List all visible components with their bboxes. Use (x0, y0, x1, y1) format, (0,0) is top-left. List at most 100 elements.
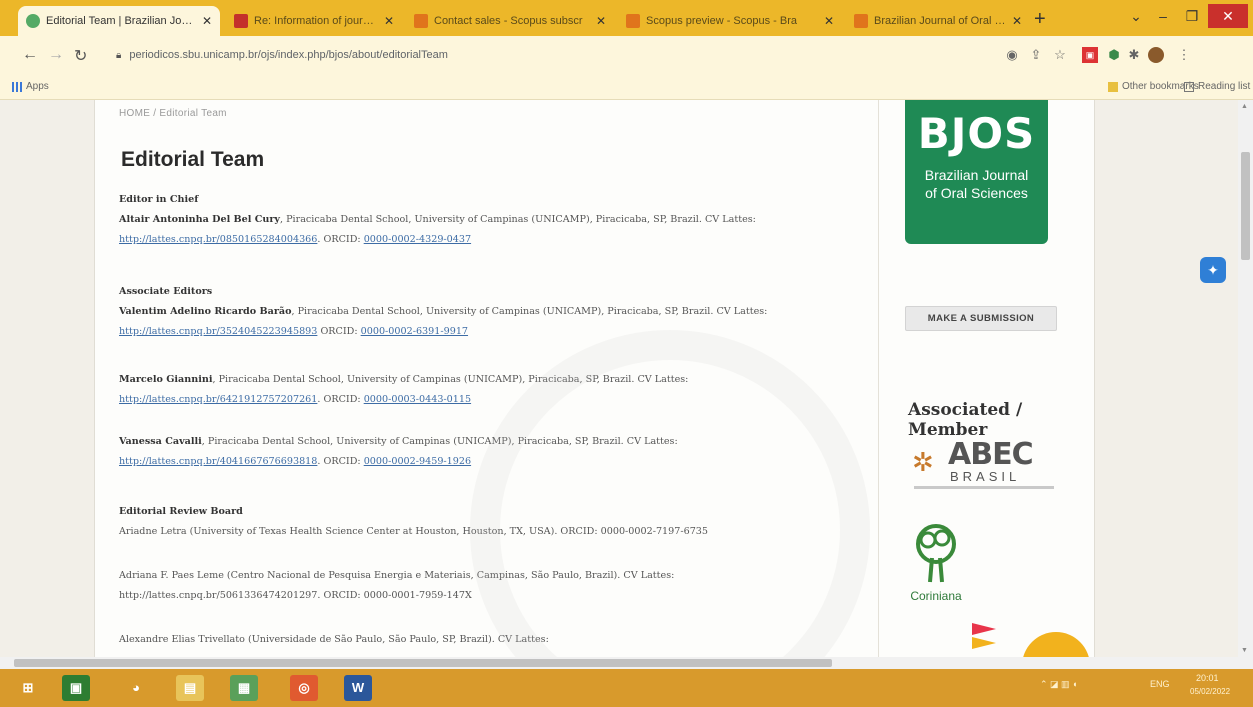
close-icon[interactable]: ✕ (202, 14, 212, 28)
person-name: Vanessa Cavalli (119, 436, 202, 447)
lock-icon: 🔒︎ (116, 49, 122, 61)
vertical-scrollbar[interactable]: ▲ ▼ (1238, 100, 1253, 657)
tree-icon (916, 524, 956, 583)
horizontal-scrollbar[interactable] (0, 657, 1253, 669)
tab-contact-sales[interactable]: Contact sales - Scopus subscr ✕ (406, 6, 614, 36)
browser-toolbar: ← → ↻ 🔒︎ periodicos.sbu.unicamp.br/ojs/i… (0, 36, 1253, 76)
new-tab-button[interactable]: + (1034, 8, 1046, 31)
minimize-button[interactable]: – (1150, 4, 1176, 28)
tab-scopus-preview[interactable]: Scopus preview - Scopus - Bra ✕ (618, 6, 842, 36)
reading-list-icon (1184, 81, 1194, 92)
close-icon[interactable]: ✕ (824, 14, 834, 28)
reload-icon[interactable]: ↻ (74, 46, 87, 66)
folder-icon (1108, 81, 1118, 92)
page-container: HOME / Editorial Team Editorial Team Edi… (94, 100, 1095, 657)
back-arrow-icon[interactable]: ← (22, 46, 38, 64)
associate-editors-section: Associate Editors Valentim Adelino Ricar… (119, 282, 859, 342)
tab-search-icon[interactable]: ⌄ (1124, 4, 1148, 28)
person-name: Valentim Adelino Ricardo Barão (119, 306, 292, 317)
tab-title: Re: Information of journal inci (254, 15, 378, 27)
word-icon[interactable]: W (344, 675, 372, 701)
star-icon[interactable]: ☆ (1052, 47, 1068, 63)
tab-title: Scopus preview - Scopus - Bra (646, 15, 798, 27)
store-icon[interactable]: ▣ (62, 675, 90, 701)
page-title: Editorial Team (121, 148, 265, 171)
scopus-icon (854, 14, 868, 28)
lattes-link[interactable]: http://lattes.cnpq.br/4041667676693818 (119, 456, 317, 467)
apps-bookmark[interactable]: Apps (12, 81, 49, 92)
avatar[interactable] (1148, 47, 1164, 63)
windows-taskbar: ⊞ ▣ ◕ ▤ ▦ ◎ W ⌃ ◪ ▥ ◖ ENG 20:01 05/02/20… (0, 669, 1253, 707)
chrome-icon[interactable]: ◕ (122, 675, 150, 701)
tab-title: Editorial Team | Brazilian Journ (46, 15, 196, 27)
pdf-extension-icon[interactable]: ▣ (1082, 47, 1098, 63)
lattes-link[interactable]: http://lattes.cnpq.br/3524045223945893 (119, 326, 317, 337)
orcid-link[interactable]: 0000-0002-4329-0437 (364, 234, 471, 245)
reading-list[interactable]: Reading list (1184, 81, 1250, 92)
eye-icon[interactable]: ◉ (1004, 47, 1020, 63)
list-item: Ariadne Letra (University of Texas Healt… (119, 526, 709, 537)
language-indicator[interactable]: ENG (1150, 679, 1170, 689)
share-icon[interactable]: ⇪ (1028, 47, 1044, 63)
bookmarks-bar: Apps Other bookmarks Reading list (0, 76, 1253, 100)
address-bar[interactable]: 🔒︎ periodicos.sbu.unicamp.br/ojs/index.p… (104, 41, 984, 69)
scroll-down-icon[interactable]: ▼ (1241, 647, 1248, 654)
close-icon[interactable]: ✕ (596, 14, 606, 28)
lattes-link[interactable]: http://lattes.cnpq.br/0850165284004366 (119, 234, 317, 245)
windows-start-icon[interactable]: ⊞ (14, 675, 42, 701)
section-heading: Editor in Chief (119, 194, 199, 205)
app-icon[interactable]: ▦ (230, 675, 258, 701)
app-icon[interactable]: ◎ (290, 675, 318, 701)
flag-logo-icon[interactable] (972, 623, 996, 657)
chat-widget-icon[interactable]: ✦ (1200, 257, 1226, 283)
clock-time[interactable]: 20:01 (1196, 673, 1219, 683)
sidebar: BJOS Brazilian Journal of Oral Sciences … (880, 100, 1095, 657)
tab-bjos[interactable]: Brazilian Journal of Oral Scien ✕ (846, 6, 1030, 36)
scopus-icon (626, 14, 640, 28)
review-board-section: Editorial Review Board Ariadne Letra (Un… (119, 502, 859, 542)
scroll-up-icon[interactable]: ▲ (1241, 103, 1248, 110)
orcid-link[interactable]: 0000-0002-6391-9917 (361, 326, 468, 337)
scroll-thumb[interactable] (14, 659, 832, 667)
restore-button[interactable]: ❐ (1178, 4, 1206, 28)
list-item: Alexandre Elias Trivellato (Universidade… (119, 634, 549, 645)
list-item: Adriana F. Paes Leme (Centro Nacional de… (119, 570, 675, 601)
browser-tab-strip: Editorial Team | Brazilian Journ ✕ Re: I… (0, 0, 1253, 36)
associated-member-heading: Associated / Member (908, 400, 1023, 440)
list-item: Vanessa Cavalli, Piracicaba Dental Schoo… (119, 436, 678, 467)
abec-mark-icon: ✲ (912, 447, 934, 477)
tab-title: Brazilian Journal of Oral Scien (874, 15, 1006, 27)
make-submission-button[interactable]: MAKE A SUBMISSION (905, 306, 1057, 331)
person-name: Altair Antoninha Del Bel Cury (119, 214, 280, 225)
file-explorer-icon[interactable]: ▤ (176, 675, 204, 701)
breadcrumb[interactable]: HOME / Editorial Team (119, 108, 227, 119)
menu-icon[interactable]: ⋮ (1176, 47, 1192, 63)
list-item: Marcelo Giannini, Piracicaba Dental Scho… (119, 374, 689, 405)
member-logo-circle[interactable] (1022, 632, 1090, 657)
mail-icon (234, 14, 248, 28)
abec-tagline (914, 486, 1054, 489)
url-text: periodicos.sbu.unicamp.br/ojs/index.php/… (129, 49, 448, 61)
bjos-logo[interactable]: BJOS Brazilian Journal of Oral Sciences (905, 100, 1048, 244)
abec-logo[interactable]: ✲ ABEC BRASIL (912, 436, 1054, 494)
close-window-button[interactable]: ✕ (1208, 4, 1248, 28)
extension-icon[interactable]: ⬢ (1106, 47, 1122, 63)
globe-icon (26, 14, 40, 28)
scopus-icon (414, 14, 428, 28)
orcid-link[interactable]: 0000-0002-9459-1926 (364, 456, 471, 467)
orcid-link[interactable]: 0000-0003-0443-0115 (364, 394, 471, 405)
tab-editorial-team[interactable]: Editorial Team | Brazilian Journ ✕ (18, 6, 220, 36)
coriniana-logo[interactable]: Coriniana (906, 524, 966, 604)
section-heading: Associate Editors (119, 286, 213, 297)
puzzle-icon[interactable]: ✱ (1126, 47, 1142, 63)
forward-arrow-icon[interactable]: → (48, 46, 64, 64)
scroll-thumb[interactable] (1241, 152, 1250, 260)
tab-title: Contact sales - Scopus subscr (434, 15, 583, 27)
lattes-link[interactable]: http://lattes.cnpq.br/6421912757207261 (119, 394, 317, 405)
page-viewport: HOME / Editorial Team Editorial Team Edi… (0, 100, 1238, 657)
clock-date[interactable]: 05/02/2022 (1190, 687, 1230, 696)
close-icon[interactable]: ✕ (384, 14, 394, 28)
close-icon[interactable]: ✕ (1012, 14, 1022, 28)
tab-email[interactable]: Re: Information of journal inci ✕ (226, 6, 402, 36)
system-tray-icons[interactable]: ⌃ ◪ ▥ ◖ (1040, 679, 1078, 690)
